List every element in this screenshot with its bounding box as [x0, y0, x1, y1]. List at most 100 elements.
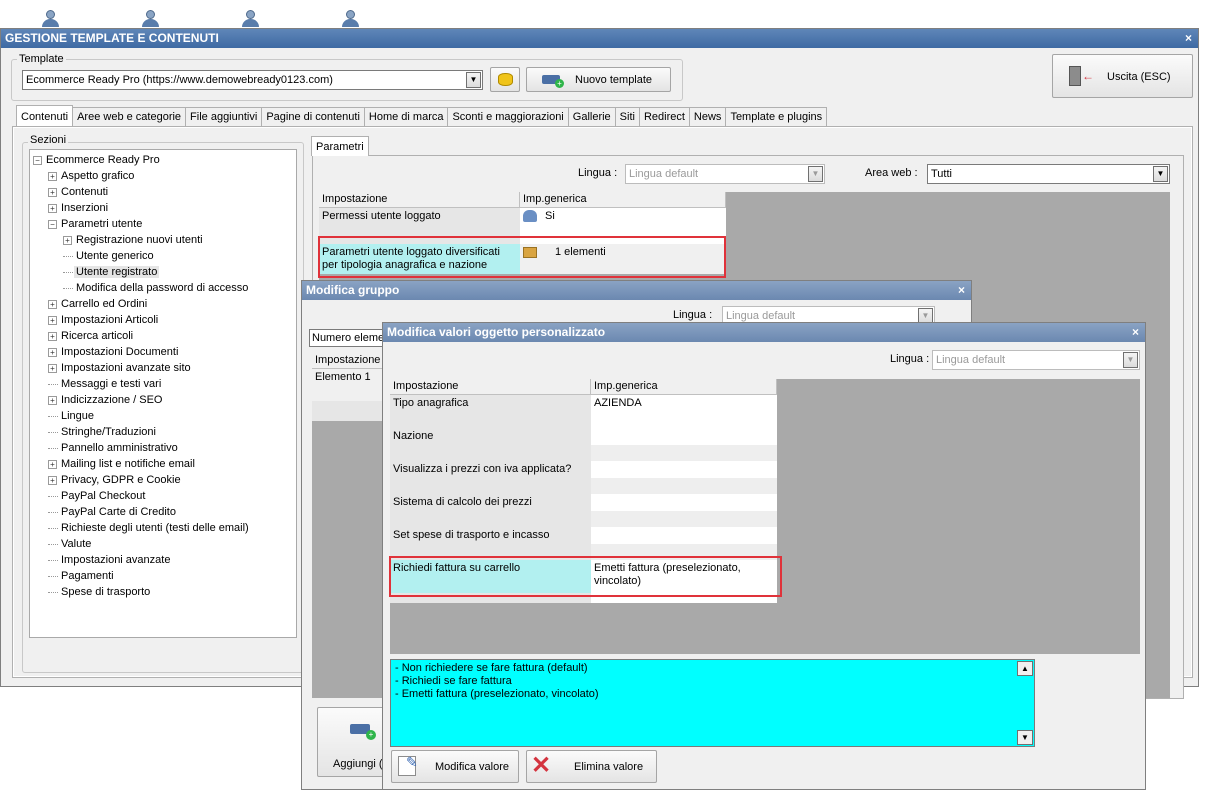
collapse-icon[interactable]: − — [33, 155, 42, 165]
params-col-setting[interactable]: Impostazione — [319, 192, 520, 208]
lingua-select[interactable]: Lingua default ▼ — [625, 164, 825, 184]
exit-button[interactable]: ← Uscita (ESC) — [1052, 54, 1193, 98]
expand-icon[interactable]: + — [48, 459, 57, 469]
tree-item[interactable]: Impostazioni avanzate — [48, 552, 172, 568]
tree-item[interactable]: Lingue — [48, 408, 96, 424]
edit-value-button[interactable]: ✎ Modifica valore — [391, 750, 519, 783]
object-row-value[interactable]: AZIENDA — [591, 395, 777, 428]
new-template-button[interactable]: + Nuovo template — [526, 67, 671, 92]
object-row-setting[interactable]: Tipo anagrafica — [390, 395, 591, 428]
expand-icon[interactable]: + — [48, 187, 57, 197]
tree-item[interactable]: Modifica della password di accesso — [63, 280, 250, 296]
expand-icon[interactable]: + — [48, 331, 57, 341]
expand-icon[interactable]: + — [48, 203, 57, 213]
tree-item[interactable]: + Impostazioni Documenti — [48, 344, 180, 360]
object-col-value[interactable]: Imp.generica — [591, 379, 777, 395]
tab-home-di-marca[interactable]: Home di marca — [363, 107, 449, 127]
options-scrollbar[interactable]: ▲ ▼ — [1017, 661, 1033, 745]
tree-item[interactable]: + Inserzioni — [48, 200, 110, 216]
expand-icon[interactable]: + — [48, 315, 57, 325]
chevron-down-icon[interactable]: ▼ — [808, 166, 823, 182]
params-col-value[interactable]: Imp.generica — [520, 192, 726, 208]
tree-item[interactable]: PayPal Checkout — [48, 488, 147, 504]
close-icon[interactable]: × — [958, 281, 965, 300]
user-icon[interactable] — [40, 8, 62, 28]
close-icon[interactable]: × — [1185, 29, 1192, 48]
tree-item[interactable]: Spese di trasporto — [48, 584, 152, 600]
tab-pagine-di-contenuti[interactable]: Pagine di contenuti — [261, 107, 365, 127]
expand-icon[interactable]: + — [48, 347, 57, 357]
template-select[interactable]: Ecommerce Ready Pro (https://www.demoweb… — [22, 70, 483, 90]
tree-item[interactable]: Utente generico — [63, 248, 156, 264]
tree-item[interactable]: + Carrello ed Ordini — [48, 296, 149, 312]
tree-item[interactable]: + Privacy, GDPR e Cookie — [48, 472, 183, 488]
tree-item-label: Registrazione nuovi utenti — [76, 234, 203, 246]
object-row-setting[interactable]: Visualizza i prezzi con iva applicata? — [390, 461, 591, 494]
expand-icon[interactable]: + — [48, 475, 57, 485]
expand-icon[interactable]: + — [48, 171, 57, 181]
expand-icon[interactable]: + — [63, 235, 72, 245]
tab-contenuti[interactable]: Contenuti — [16, 105, 74, 127]
tab-siti[interactable]: Siti — [614, 107, 640, 127]
chevron-down-icon[interactable]: ▼ — [466, 72, 481, 88]
delete-value-button[interactable]: ✕ Elimina valore — [526, 750, 657, 783]
tab-aree-web-e-categorie[interactable]: Aree web e categorie — [72, 107, 187, 127]
tree-item[interactable]: Richieste degli utenti (testi delle emai… — [48, 520, 251, 536]
object-row-stripe — [591, 478, 777, 494]
expand-icon[interactable]: + — [48, 363, 57, 373]
chevron-down-icon[interactable]: ▼ — [1123, 352, 1138, 368]
user-group-icon[interactable] — [140, 8, 162, 28]
user-key-icon[interactable] — [340, 8, 362, 28]
tab-file-aggiuntivi[interactable]: File aggiuntivi — [185, 107, 263, 127]
tree-item[interactable]: + Registrazione nuovi utenti — [63, 232, 205, 248]
user-settings-icon[interactable] — [240, 8, 262, 28]
tree-item[interactable]: + Impostazioni avanzate sito — [48, 360, 193, 376]
sections-label: Sezioni — [28, 134, 69, 146]
tab-news[interactable]: News — [688, 107, 727, 127]
tree-item[interactable]: Pagamenti — [48, 568, 116, 584]
tab-sconti-e-maggiorazioni[interactable]: Sconti e maggiorazioni — [447, 107, 569, 127]
element-count-field[interactable]: Numero elemen — [309, 329, 389, 347]
tree-item[interactable]: − Ecommerce Ready Pro — [33, 152, 162, 168]
group-col-setting[interactable]: Impostazione — [312, 353, 384, 369]
tree-connector — [63, 271, 73, 273]
tree-item[interactable]: + Indicizzazione / SEO — [48, 392, 165, 408]
params-row-setting[interactable]: Permessi utente loggato — [319, 208, 520, 236]
tab-template-e-plugins[interactable]: Template e plugins — [725, 107, 828, 127]
chevron-down-icon[interactable]: ▼ — [1153, 166, 1168, 182]
tree-item[interactable]: Valute — [48, 536, 93, 552]
area-web-select[interactable]: Tutti ▼ — [927, 164, 1170, 184]
tab-redirect[interactable]: Redirect — [638, 107, 690, 127]
scroll-up-icon[interactable]: ▲ — [1017, 661, 1033, 676]
object-row-setting[interactable]: Sistema di calcolo dei prezzi — [390, 494, 591, 527]
expand-icon[interactable]: + — [48, 299, 57, 309]
expand-icon[interactable]: + — [48, 395, 57, 405]
tree-item[interactable]: PayPal Carte di Credito — [48, 504, 178, 520]
tree-item[interactable]: + Mailing list e notifiche email — [48, 456, 197, 472]
object-col-setting[interactable]: Impostazione — [390, 379, 591, 395]
tree-item-label: Carrello ed Ordini — [61, 298, 148, 310]
tree-item[interactable]: Pannello amministrativo — [48, 440, 180, 456]
add-element-button[interactable]: + Aggiungi (f — [317, 707, 387, 777]
params-row-value[interactable]: Si — [520, 208, 726, 236]
tab-parametri[interactable]: Parametri — [311, 136, 369, 156]
close-icon[interactable]: × — [1132, 323, 1139, 342]
object-row-setting[interactable]: Nazione — [390, 428, 591, 461]
database-button[interactable] — [490, 67, 520, 92]
sections-tree[interactable]: − Ecommerce Ready Pro + Aspetto grafico + Con… — [29, 149, 297, 638]
collapse-icon[interactable]: − — [48, 219, 57, 229]
tree-item[interactable]: + Contenuti — [48, 184, 110, 200]
tree-item[interactable]: Messaggi e testi vari — [48, 376, 163, 392]
options-textarea[interactable]: - Non richiedere se fare fattura (defaul… — [390, 659, 1035, 747]
tree-item[interactable]: + Ricerca articoli — [48, 328, 135, 344]
object-grid[interactable]: Impostazione Imp.generica Tipo anagrafic… — [390, 379, 1140, 654]
tree-item[interactable]: − Parametri utente — [48, 216, 144, 232]
tab-gallerie[interactable]: Gallerie — [567, 107, 616, 127]
tree-item[interactable]: Stringhe/Traduzioni — [48, 424, 158, 440]
tree-item[interactable]: Utente registrato — [63, 264, 160, 280]
object-lingua-select[interactable]: Lingua default ▼ — [932, 350, 1140, 370]
tree-item[interactable]: + Impostazioni Articoli — [48, 312, 160, 328]
scroll-down-icon[interactable]: ▼ — [1017, 730, 1033, 745]
tree-item[interactable]: + Aspetto grafico — [48, 168, 136, 184]
group-row-label[interactable]: Elemento 1 — [312, 369, 384, 401]
